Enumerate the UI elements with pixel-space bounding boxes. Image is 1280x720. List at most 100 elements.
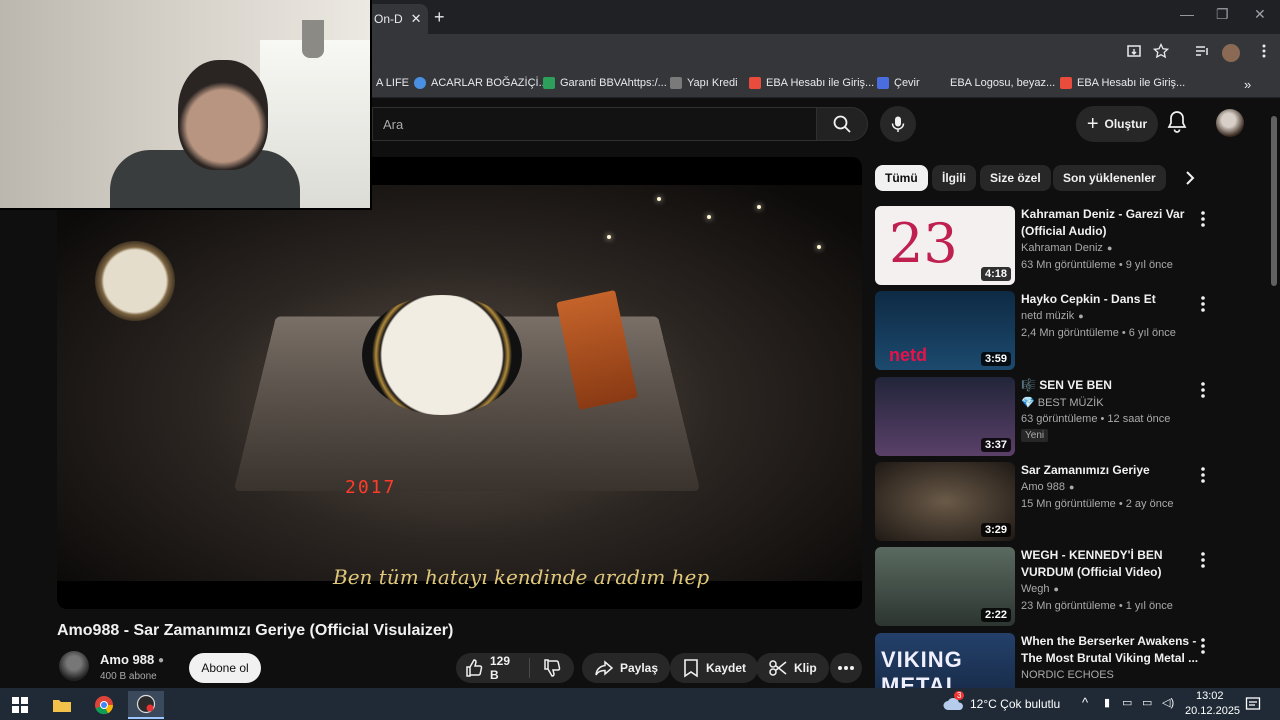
volume-icon[interactable]: ◁) [1162,696,1174,709]
recommendation-title[interactable]: WEGH - KENNEDY'İ BEN VURDUM (Official Vi… [1021,547,1201,581]
recommendation-meta: 63 Mn görüntüleme • 9 yıl önce [1021,259,1173,271]
more-vertical-icon[interactable] [1199,551,1207,569]
recommendation-channel[interactable]: netd müzik ● [1021,310,1084,322]
subscriber-count: 400 B abone [100,671,157,682]
clock-time[interactable]: 13:02 [1196,690,1224,702]
save-bookmark-icon [684,659,698,678]
clock-date[interactable]: 20.12.2025 [1185,705,1240,717]
recommendation-thumbnail[interactable]: netd 3:59 [875,291,1015,370]
more-vertical-icon[interactable] [1199,295,1207,313]
network-icon[interactable]: ▭ [1122,696,1132,709]
recommendation-title[interactable]: Kahraman Deniz - Garezi Var (Official Au… [1021,206,1201,240]
voice-search-button[interactable] [880,106,916,142]
display-icon[interactable]: ▭ [1142,696,1152,709]
recommendation-title[interactable]: 🎼 SEN VE BEN [1021,377,1201,394]
share-button[interactable]: Paylaş [582,653,671,683]
obs-taskbar-button[interactable] [128,691,164,719]
bookmark-item[interactable]: Garanti BBVAhttps:/... [543,77,667,89]
recommendation-item[interactable]: netd 3:59 Hayko Cepkin - Dans Et netd mü… [875,291,1265,371]
search-input[interactable]: Ara [372,107,816,141]
more-vertical-icon[interactable] [1199,210,1207,228]
recommendation-channel[interactable]: Amo 988 ● [1021,481,1074,493]
notifications-bell-icon[interactable] [1166,110,1188,134]
install-app-icon[interactable] [1126,43,1142,59]
more-vertical-icon[interactable] [1199,381,1207,399]
chip-recently-uploaded[interactable]: Son yüklenenler [1053,165,1166,191]
minimize-button[interactable]: — [1180,6,1194,22]
maximize-button[interactable]: ❐ [1216,6,1229,23]
bookmark-item[interactable]: A LIFE [376,77,409,89]
like-divider [529,658,530,678]
search-button[interactable] [816,107,868,141]
bookmark-item[interactable]: Yapı Kredi [670,77,738,89]
verified-check-icon: ● [158,655,165,666]
subscribe-button[interactable]: Abone ol [189,653,261,683]
channel-name[interactable]: Amo 988 [100,652,154,667]
recommendation-thumbnail[interactable]: 3:37 [875,377,1015,456]
video-player[interactable]: 2017 Ben tüm hatayı kendinde aradım hep [57,157,862,609]
notification-center-icon[interactable] [1245,696,1261,712]
recommendation-meta: 63 görüntüleme • 12 saat önce [1021,413,1171,425]
recommendation-title[interactable]: Hayko Cepkin - Dans Et [1021,291,1201,308]
recommendation-thumbnail[interactable]: VIKING METAL [875,633,1015,688]
page-scrollbar[interactable] [1268,98,1280,688]
start-button[interactable] [2,691,38,719]
file-explorer-taskbar-button[interactable] [44,691,80,719]
profile-avatar[interactable] [1222,44,1240,62]
like-count[interactable]: 129 B [490,654,517,682]
chip-all[interactable]: Tümü [875,165,928,191]
recommendation-channel[interactable]: Kahraman Deniz ● [1021,242,1112,254]
close-window-button[interactable]: ✕ [1254,6,1266,23]
tab-title: On-D [374,12,403,26]
chevron-right-icon[interactable] [1180,168,1200,188]
recommendation-thumbnail[interactable]: 2:22 [875,547,1015,626]
recommendation-thumbnail[interactable]: 23 4:18 [875,206,1015,285]
new-tab-button[interactable]: + [434,7,445,28]
bookmark-item[interactable]: EBA Hesabı ile Giriş... [749,77,874,89]
tray-chevron-up-icon[interactable]: ^ [1082,695,1088,710]
usb-icon[interactable]: ▮ [1104,696,1110,709]
chip-related[interactable]: İlgili [932,165,976,191]
bookmark-item[interactable]: Çevir [877,77,920,89]
bookmark-star-icon[interactable] [1153,43,1169,59]
recommendation-channel[interactable]: Wegh ● [1021,583,1059,595]
tab-close-icon[interactable]: ✕ [411,11,422,27]
recommendation-item[interactable]: 3:29 Sar Zamanımızı Geriye Amo 988 ● 15 M… [875,462,1265,542]
screen: On-D ✕ + — ❐ ✕ A LIFE ACARLAR BOĞAZİÇİ..… [0,0,1280,720]
recommendation-item[interactable]: VIKING METAL When the Berserker Awakens … [875,633,1265,688]
light-speck [757,205,761,209]
webcam-lamp [302,20,324,58]
recommendation-thumbnail[interactable]: 3:29 [875,462,1015,541]
weather-text[interactable]: 12°C Çok bulutlu [970,697,1060,711]
browser-tab-active[interactable]: On-D ✕ [366,4,428,34]
thumbs-up-icon[interactable] [464,658,484,678]
chip-for-you[interactable]: Size özel [980,165,1051,191]
bookmark-item[interactable]: EBA Hesabı ile Giriş... [1060,77,1185,89]
recommendation-item[interactable]: 3:37 🎼 SEN VE BEN 💎 BEST MÜZİK 63 görünt… [875,377,1265,457]
chrome-taskbar-button[interactable] [86,691,122,719]
recommendation-title[interactable]: Sar Zamanımızı Geriye [1021,462,1201,479]
recommendation-channel[interactable]: 💎 BEST MÜZİK [1021,396,1104,409]
video-duration: 2:22 [980,608,1011,622]
recommendation-title[interactable]: When the Berserker Awakens - The Most Br… [1021,633,1201,667]
more-vertical-icon[interactable] [1199,637,1207,655]
user-avatar[interactable] [1216,109,1244,137]
more-actions-button[interactable] [830,653,862,683]
recommendation-item[interactable]: 2:22 WEGH - KENNEDY'İ BEN VURDUM (Offici… [875,547,1265,627]
recommendation-channel[interactable]: NORDIC ECHOES [1021,669,1114,681]
bookmark-item[interactable]: EBA Logosu, beyaz... [950,77,1055,89]
recommendation-item[interactable]: 23 4:18 Kahraman Deniz - Garezi Var (Off… [875,206,1265,286]
browser-menu-icon[interactable] [1256,43,1272,59]
scrollbar-thumb[interactable] [1271,116,1277,286]
save-button[interactable]: Kaydet [670,653,759,683]
bookmarks-overflow-icon[interactable]: » [1244,77,1251,92]
clip-button[interactable]: Klip [756,653,829,683]
media-control-icon[interactable] [1194,43,1210,59]
bookmark-item[interactable]: ACARLAR BOĞAZİÇİ... [414,77,548,89]
more-vertical-icon[interactable] [1199,466,1207,484]
channel-avatar[interactable] [59,651,89,681]
create-button[interactable]: + Oluştur [1076,106,1158,142]
thumbs-down-icon[interactable] [542,658,562,678]
bookmark-favicon-icon [749,77,761,89]
recommendation-meta: 2,4 Mn görüntüleme • 6 yıl önce [1021,327,1176,339]
